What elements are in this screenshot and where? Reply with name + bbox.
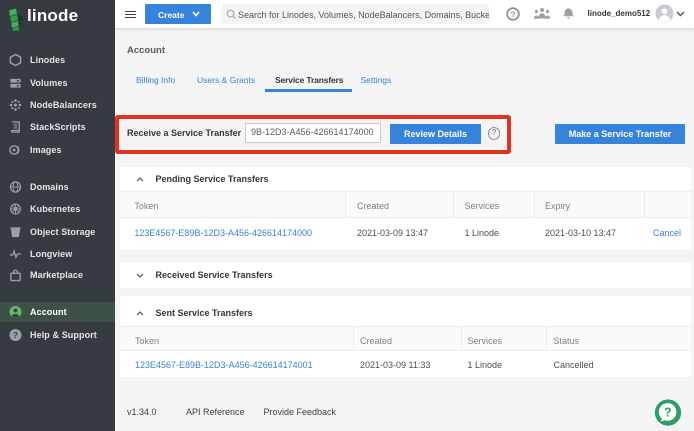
svg-text:?: ? — [664, 405, 672, 419]
svg-text:?: ? — [510, 9, 515, 19]
svg-text:?: ? — [13, 330, 18, 340]
